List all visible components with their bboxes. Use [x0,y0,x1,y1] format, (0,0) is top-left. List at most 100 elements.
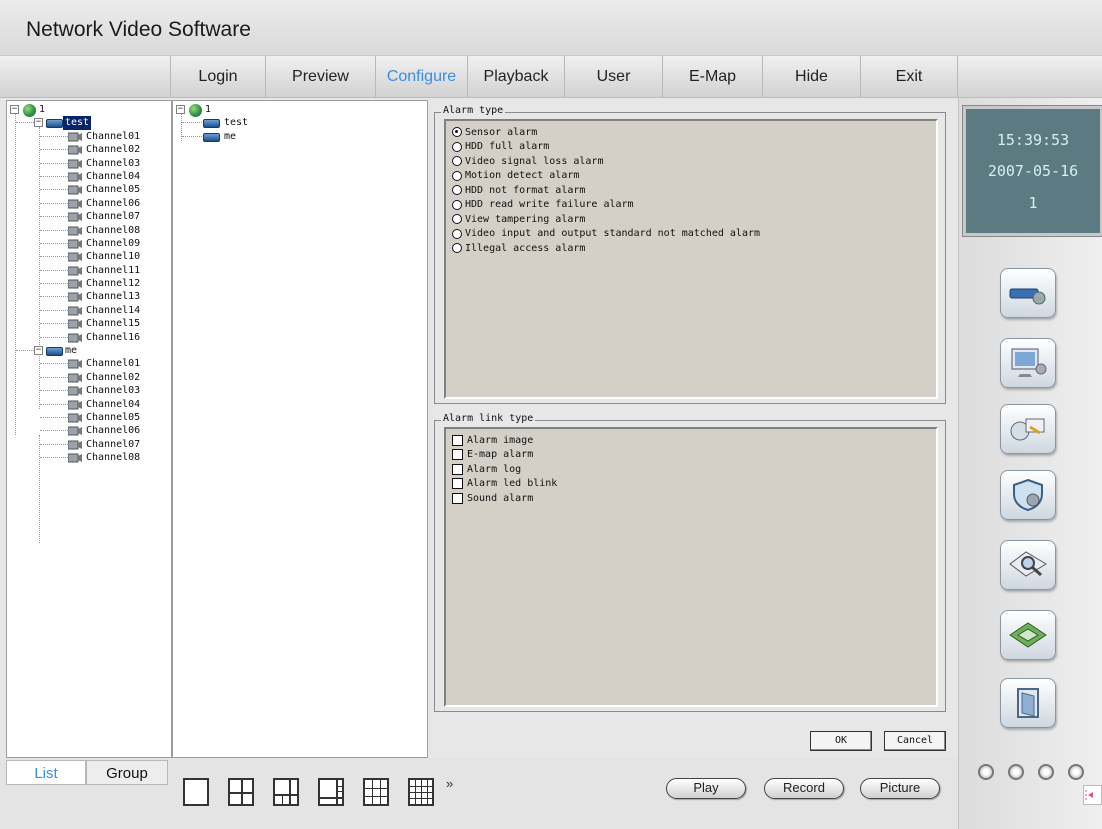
layout-9-icon[interactable] [363,778,389,806]
radio-button[interactable] [452,214,462,224]
channel-node[interactable]: Channel02 [7,143,171,156]
monitor-config-icon[interactable] [1000,338,1056,388]
nav-emap[interactable]: E-Map [662,56,762,98]
dot-button-1[interactable] [978,764,994,780]
group-tree-root[interactable]: − 1 [173,103,427,117]
channel-node[interactable]: Channel10 [7,250,171,263]
alarm-link-option[interactable]: E-map alarm [452,448,533,462]
camera-icon [67,145,83,155]
right-sidebar: 15:39:53 2007-05-16 1 [958,98,1102,829]
group-tree-item[interactable]: me [173,130,427,143]
device-node[interactable]: − me [7,344,171,357]
layout-6-icon[interactable] [273,778,299,806]
nav-hide[interactable]: Hide [762,56,860,98]
exit-door-icon[interactable] [1000,678,1056,728]
channel-node[interactable]: Channel14 [7,304,171,317]
group-tree-item[interactable]: test [173,116,427,129]
layout-1-icon[interactable] [183,778,209,806]
nav-configure[interactable]: Configure [375,56,467,98]
alarm-type-option[interactable]: View tampering alarm [452,212,585,226]
device-node[interactable]: − test [7,116,171,130]
alarm-type-option[interactable]: Motion detect alarm [452,169,579,183]
channel-node[interactable]: Channel11 [7,264,171,277]
channel-node[interactable]: Channel08 [7,451,171,464]
channel-node[interactable]: Channel03 [7,157,171,170]
radio-button[interactable] [452,170,462,181]
channel-node[interactable]: Channel04 [7,170,171,183]
tab-list[interactable]: List [6,760,86,785]
channel-node[interactable]: Channel08 [7,224,171,237]
alarm-type-option[interactable]: Sensor alarm [452,125,537,139]
channel-node[interactable]: Channel05 [7,183,171,196]
radio-button[interactable] [452,127,462,137]
channel-node[interactable]: Channel01 [7,357,171,370]
alarm-type-option[interactable]: HDD read write failure alarm [452,198,634,212]
checkbox[interactable] [452,492,463,504]
collapse-icon[interactable]: − [34,118,43,128]
radio-button[interactable] [452,141,462,152]
channel-node[interactable]: Channel09 [7,237,171,250]
radio-button[interactable] [452,243,462,253]
collapse-icon[interactable]: − [176,105,185,114]
channel-node[interactable]: Channel15 [7,317,171,330]
tab-group[interactable]: Group [86,760,168,785]
search-icon[interactable] [1000,540,1056,590]
alarm-type-option[interactable]: Video signal loss alarm [452,154,603,168]
nav-exit[interactable]: Exit [860,56,958,98]
channel-node[interactable]: Channel16 [7,331,171,344]
nav-user[interactable]: User [564,56,662,98]
alarm-link-option[interactable]: Alarm log [452,462,521,476]
alarm-link-option[interactable]: Alarm image [452,433,533,447]
alarm-link-legend: Alarm link type [441,413,536,424]
layout-16-icon[interactable] [408,778,434,806]
radio-button[interactable] [452,199,462,210]
picture-button[interactable]: Picture [860,778,940,799]
camera-icon [67,386,83,396]
play-button[interactable]: Play [666,778,746,799]
channel-node[interactable]: Channel03 [7,384,171,397]
alarm-type-option[interactable]: Illegal access alarm [452,241,585,255]
checkbox[interactable] [452,449,463,460]
ok-button[interactable]: OK [810,731,872,751]
checkbox[interactable] [452,463,463,475]
nav-preview[interactable]: Preview [265,56,375,98]
checkbox[interactable] [452,434,463,446]
alarm-link-option[interactable]: Alarm led blink [452,477,557,491]
channel-node[interactable]: Channel01 [7,130,171,143]
checkbox[interactable] [452,478,463,489]
collapse-icon[interactable]: − [34,346,43,356]
channel-node[interactable]: Channel06 [7,197,171,210]
dot-button-2[interactable] [1008,764,1024,780]
channel-node[interactable]: Channel06 [7,424,171,437]
alarm-type-option[interactable]: HDD full alarm [452,140,549,154]
device-tree-root[interactable]: −1 [7,103,171,117]
radio-button[interactable] [452,228,462,239]
alarm-type-option[interactable]: HDD not format alarm [452,183,585,197]
card-icon[interactable] [1000,610,1056,660]
dot-button-3[interactable] [1038,764,1054,780]
radio-button[interactable] [452,156,462,166]
channel-node[interactable]: Channel12 [7,277,171,290]
channel-node[interactable]: Channel02 [7,371,171,384]
layout-4-icon[interactable] [228,778,254,806]
cancel-button[interactable]: Cancel [884,731,946,751]
alarm-link-option[interactable]: Sound alarm [452,491,533,505]
device-config-icon[interactable] [1000,268,1056,318]
more-layouts-button[interactable]: » [446,776,453,791]
dot-button-4[interactable] [1068,764,1084,780]
channel-node[interactable]: Channel07 [7,438,171,451]
layout-8-icon[interactable] [318,778,344,806]
collapse-icon[interactable]: − [10,105,19,114]
security-config-icon[interactable] [1000,470,1056,520]
nav-login[interactable]: Login [170,56,265,98]
channel-node[interactable]: Channel07 [7,210,171,223]
radio-button[interactable] [452,185,462,195]
channel-node[interactable]: Channel05 [7,411,171,424]
channel-node[interactable]: Channel04 [7,398,171,411]
channel-node[interactable]: Channel13 [7,290,171,303]
network-config-icon[interactable] [1000,404,1056,454]
tray-icon[interactable] [1083,785,1102,805]
nav-playback[interactable]: Playback [467,56,564,98]
record-button[interactable]: Record [764,778,844,799]
alarm-type-option[interactable]: Video input and output standard not matc… [452,227,760,241]
